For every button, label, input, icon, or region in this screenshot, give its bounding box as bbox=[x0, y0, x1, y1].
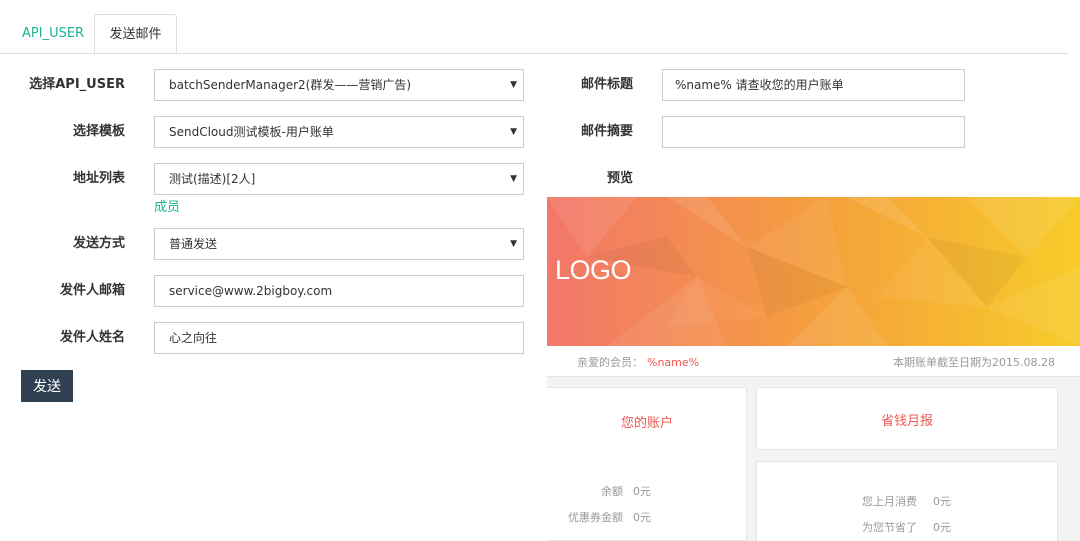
caret-down-icon: ▼ bbox=[510, 174, 517, 184]
sender-email-input[interactable]: service@www.2bigboy.com bbox=[154, 275, 524, 307]
header-banner: LOGO bbox=[547, 197, 1080, 346]
address-list-label: 地址列表 bbox=[72, 171, 125, 186]
preview-label: 预览 bbox=[606, 171, 633, 186]
api-user-select[interactable]: batchSenderManager2(群发——营销广告) ▼ bbox=[154, 69, 524, 101]
greeting: 亲爱的会员： %name% bbox=[577, 354, 699, 370]
api-user-value: batchSenderManager2(群发——营销广告) bbox=[169, 78, 412, 92]
summary-label: 邮件摘要 bbox=[580, 124, 633, 139]
balance-row: 余额 0元 bbox=[557, 483, 651, 499]
coupon-row: 优惠券金额 0元 bbox=[557, 509, 651, 525]
coupon-value: 0元 bbox=[633, 511, 651, 524]
last-month-key: 您上月消费 bbox=[862, 495, 917, 508]
address-list-value: 测试(描述)[2人] bbox=[169, 172, 256, 186]
send-mode-label: 发送方式 bbox=[72, 236, 125, 251]
saved-key: 为您节省了 bbox=[862, 521, 917, 534]
savings-detail-card: 您上月消费 0元 为您节省了 0元 bbox=[756, 461, 1058, 541]
balance-key: 余额 bbox=[601, 485, 623, 498]
account-title: 您的账户 bbox=[620, 416, 673, 431]
caret-down-icon: ▼ bbox=[510, 80, 517, 90]
logo: LOGO bbox=[555, 255, 632, 285]
saved-row: 为您节省了 0元 bbox=[817, 519, 951, 535]
savings-title-card: 省钱月报 bbox=[756, 387, 1058, 450]
name-variable: %name% bbox=[647, 356, 700, 369]
greeting-row: 亲爱的会员： %name% 本期账单截至日期为2015.08.28 bbox=[547, 346, 1080, 377]
sender-name-label: 发件人姓名 bbox=[59, 330, 125, 345]
send-button[interactable]: 发送 bbox=[21, 370, 73, 402]
send-mode-value: 普通发送 bbox=[169, 237, 218, 251]
coupon-key: 优惠券金额 bbox=[568, 511, 623, 524]
summary-input[interactable] bbox=[662, 116, 965, 148]
saved-value: 0元 bbox=[933, 521, 951, 534]
subject-label: 邮件标题 bbox=[580, 77, 633, 92]
send-mode-select[interactable]: 普通发送 ▼ bbox=[154, 228, 524, 260]
api-user-label: 选择API_USER bbox=[29, 77, 125, 92]
members-link[interactable]: 成员 bbox=[154, 196, 180, 215]
tab-bar: API_USER 发送邮件 bbox=[0, 0, 1068, 54]
tab-send-mail[interactable]: 发送邮件 bbox=[94, 14, 177, 53]
email-preview: LOGO 亲爱的会员： %name% 本期账单截至日期为2015.08.28 您的… bbox=[547, 197, 1080, 541]
caret-down-icon: ▼ bbox=[510, 239, 517, 249]
account-card: 您的账户 余额 0元 优惠券金额 0元 bbox=[547, 387, 747, 541]
savings-title: 省钱月报 bbox=[880, 414, 933, 429]
last-month-row: 您上月消费 0元 bbox=[817, 493, 951, 509]
sender-name-input[interactable]: 心之向往 bbox=[154, 322, 524, 354]
template-label: 选择模板 bbox=[72, 124, 125, 139]
billing-period: 本期账单截至日期为2015.08.28 bbox=[893, 356, 1055, 369]
template-value: SendCloud测试模板-用户账单 bbox=[169, 125, 334, 139]
subject-input[interactable]: %name% 请查收您的用户账单 bbox=[662, 69, 965, 101]
balance-value: 0元 bbox=[633, 485, 651, 498]
tab-api-user[interactable]: API_USER bbox=[8, 14, 98, 53]
sender-email-label: 发件人邮箱 bbox=[59, 283, 125, 298]
address-list-select[interactable]: 测试(描述)[2人] ▼ bbox=[154, 163, 524, 195]
last-month-value: 0元 bbox=[933, 495, 951, 508]
caret-down-icon: ▼ bbox=[510, 127, 517, 137]
greeting-text: 亲爱的会员： bbox=[577, 356, 643, 369]
template-select[interactable]: SendCloud测试模板-用户账单 ▼ bbox=[154, 116, 524, 148]
